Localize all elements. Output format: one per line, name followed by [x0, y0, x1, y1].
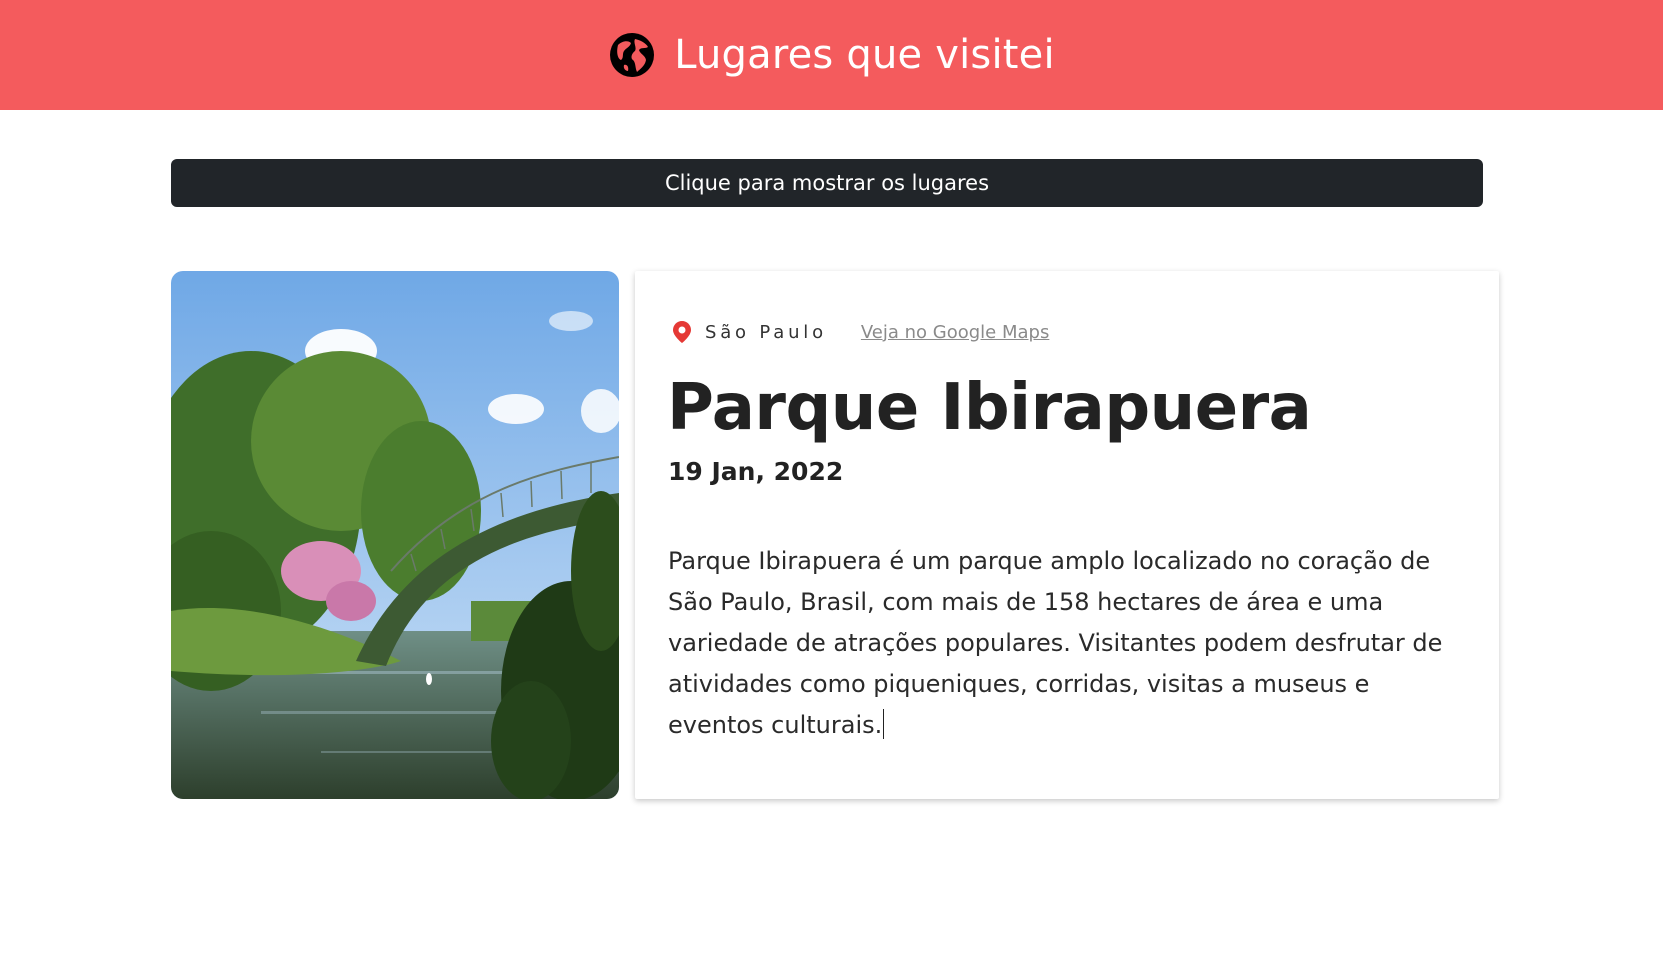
place-card: São Paulo Veja no Google Maps Parque Ibi…: [635, 271, 1499, 799]
app-title: Lugares que visitei: [674, 32, 1055, 78]
location-city: São Paulo: [705, 321, 827, 343]
place-photo: [171, 271, 619, 799]
app-header: Lugares que visitei: [0, 0, 1663, 110]
place-description: Parque Ibirapuera é um parque amplo loca…: [668, 541, 1468, 746]
google-maps-link[interactable]: Veja no Google Maps: [861, 322, 1049, 343]
place-title: Parque Ibirapuera: [667, 371, 1312, 445]
show-places-button[interactable]: Clique para mostrar os lugares: [171, 159, 1483, 207]
text-cursor: [883, 709, 885, 739]
description-text: Parque Ibirapuera é um parque amplo loca…: [668, 547, 1443, 739]
globe-icon: [608, 31, 656, 79]
location-pin-icon: [673, 321, 691, 343]
location-row: São Paulo Veja no Google Maps: [673, 321, 1049, 343]
visit-date: 19 Jan, 2022: [668, 457, 844, 486]
